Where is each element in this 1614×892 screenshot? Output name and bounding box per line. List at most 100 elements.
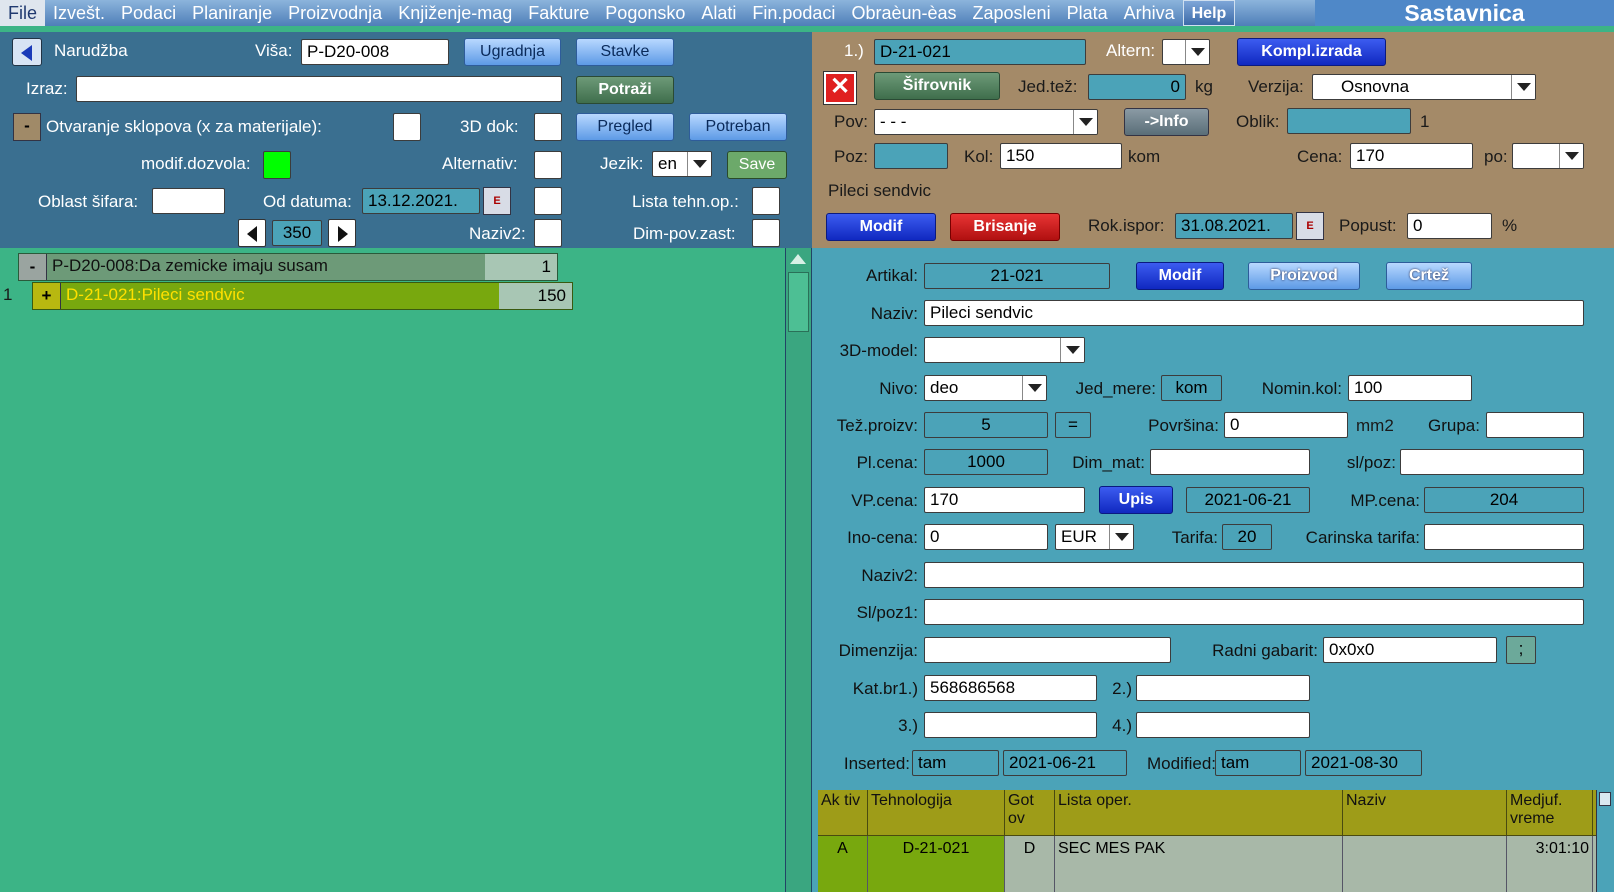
- page-next-button[interactable]: [328, 219, 356, 247]
- modif-dozvola-indicator[interactable]: [263, 151, 291, 179]
- page-prev-button[interactable]: [238, 219, 266, 247]
- collapse-toggle-button[interactable]: -: [13, 113, 41, 141]
- calendar-icon[interactable]: E: [1296, 212, 1324, 240]
- potreban-button[interactable]: Potreban: [689, 113, 787, 141]
- semicolon-button[interactable]: ;: [1506, 636, 1536, 664]
- col-header-aktiv[interactable]: Ak tiv: [818, 790, 868, 836]
- naziv-input[interactable]: Pileci sendvic: [924, 300, 1584, 326]
- radni-gabarit-input[interactable]: 0x0x0: [1323, 637, 1497, 663]
- scroll-up-icon[interactable]: [790, 254, 806, 264]
- menu-plata[interactable]: Plata: [1059, 0, 1116, 26]
- carinska-tarifa-input[interactable]: [1424, 524, 1584, 550]
- tree-scrollbar[interactable]: [785, 248, 812, 892]
- menu-file[interactable]: File: [0, 0, 46, 26]
- vp-cena-input[interactable]: 170: [924, 487, 1085, 513]
- jezik-select[interactable]: en: [652, 151, 712, 177]
- od-datuma-checkbox[interactable]: [534, 187, 562, 215]
- proizvod-button[interactable]: Proizvod: [1248, 262, 1360, 290]
- menu-help[interactable]: Help: [1182, 0, 1236, 26]
- tree-toggle-button[interactable]: +: [33, 283, 61, 309]
- upis-button[interactable]: Upis: [1099, 486, 1173, 514]
- col-header-tehnologija[interactable]: Tehnologija: [868, 790, 1005, 836]
- nivo-select[interactable]: deo: [924, 375, 1047, 401]
- currency-select[interactable]: EUR: [1055, 524, 1134, 550]
- tree-row-selected[interactable]: + D-21-021:Pileci sendvic 150: [32, 282, 573, 310]
- sl-poz-input[interactable]: [1400, 449, 1584, 475]
- menu-pogonsko[interactable]: Pogonsko: [597, 0, 693, 26]
- alternativ-checkbox[interactable]: [534, 151, 562, 179]
- povrsina-input[interactable]: 0: [1224, 412, 1348, 438]
- modif-article-button[interactable]: Modif: [1136, 262, 1224, 290]
- menu-knjizenje-mag[interactable]: Knjiženje-mag: [390, 0, 520, 26]
- artikal-input[interactable]: 21-021: [924, 263, 1110, 289]
- od-datuma-input[interactable]: 13.12.2021.: [362, 188, 480, 214]
- po-select[interactable]: [1512, 143, 1584, 169]
- pregled-button[interactable]: Pregled: [576, 113, 674, 141]
- altern-select[interactable]: [1162, 39, 1210, 65]
- pov-select[interactable]: - - -: [874, 109, 1098, 135]
- page-number-input[interactable]: 350: [272, 220, 322, 246]
- brisanje-button[interactable]: Brisanje: [950, 213, 1060, 241]
- model-3d-select[interactable]: [924, 337, 1085, 363]
- equals-button[interactable]: =: [1055, 412, 1091, 438]
- mp-cena-input[interactable]: 204: [1424, 487, 1584, 513]
- col-header-gotov[interactable]: Got ov: [1005, 790, 1055, 836]
- cell-medjuf-vreme[interactable]: 3:01:10: [1507, 836, 1593, 892]
- kat-br2-input[interactable]: [1136, 675, 1310, 701]
- potrazi-button[interactable]: Potraži: [576, 76, 674, 104]
- naziv2-checkbox[interactable]: [534, 219, 562, 247]
- grupa-input[interactable]: [1486, 412, 1584, 438]
- tez-proizv-input[interactable]: 5: [924, 412, 1048, 438]
- cena-input[interactable]: 170: [1350, 143, 1473, 169]
- cell-naziv[interactable]: [1343, 836, 1507, 892]
- menu-izvestaji[interactable]: Izvešt.: [45, 0, 113, 26]
- dim-pov-zast-checkbox[interactable]: [752, 219, 780, 247]
- cell-aktiv[interactable]: A: [818, 836, 868, 892]
- scroll-thumb[interactable]: [788, 272, 809, 332]
- visa-input[interactable]: P-D20-008: [301, 39, 449, 65]
- menu-zaposleni[interactable]: Zaposleni: [965, 0, 1059, 26]
- calendar-icon[interactable]: E: [483, 187, 511, 215]
- cell-lista-oper[interactable]: SEC MES PAK: [1055, 836, 1343, 892]
- menu-obracun-cas[interactable]: Obraèun-èas: [843, 0, 964, 26]
- stavke-button[interactable]: Stavke: [576, 38, 674, 66]
- close-button[interactable]: ✕: [823, 71, 857, 105]
- kompl-izrada-button[interactable]: Kompl.izrada: [1237, 38, 1386, 66]
- info-button[interactable]: ->Info: [1124, 108, 1209, 136]
- oblik-input[interactable]: [1287, 108, 1411, 134]
- menu-podaci[interactable]: Podaci: [113, 0, 184, 26]
- kol-input[interactable]: 150: [1000, 143, 1122, 169]
- poz-input[interactable]: [874, 143, 948, 169]
- kat-br1-input[interactable]: 568686568: [924, 675, 1097, 701]
- izraz-input[interactable]: [76, 76, 562, 102]
- kat-br3-input[interactable]: [924, 712, 1097, 738]
- jed-tez-input[interactable]: 0: [1088, 74, 1186, 100]
- popust-input[interactable]: 0: [1407, 213, 1492, 239]
- rok-ispor-input[interactable]: 31.08.2021.: [1175, 213, 1293, 239]
- menu-fin-podaci[interactable]: Fin.podaci: [744, 0, 843, 26]
- verzija-select[interactable]: Osnovna: [1312, 74, 1536, 100]
- sifrovnik-button[interactable]: Šifrovnik: [874, 72, 1000, 100]
- crtez-button[interactable]: Crtež: [1386, 262, 1472, 290]
- col-header-lista-oper[interactable]: Lista oper.: [1055, 790, 1343, 836]
- col-header-naziv[interactable]: Naziv: [1343, 790, 1507, 836]
- oblast-sifara-input[interactable]: [152, 188, 225, 214]
- dim-mat-input[interactable]: [1150, 449, 1310, 475]
- tarifa-input[interactable]: 20: [1222, 524, 1272, 550]
- nomin-kol-input[interactable]: 100: [1348, 375, 1472, 401]
- dok3d-checkbox[interactable]: [534, 113, 562, 141]
- naziv2-input[interactable]: [924, 562, 1584, 588]
- pl-cena-input[interactable]: 1000: [924, 449, 1048, 475]
- back-arrow-button[interactable]: [12, 38, 42, 66]
- ino-cena-input[interactable]: 0: [924, 524, 1048, 550]
- item-code-input[interactable]: D-21-021: [874, 39, 1086, 65]
- otvaranje-checkbox[interactable]: [393, 113, 421, 141]
- tree-row[interactable]: - P-D20-008:Da zemicke imaju susam 1: [18, 253, 558, 281]
- lista-tehn-checkbox[interactable]: [752, 187, 780, 215]
- modif-top-button[interactable]: Modif: [826, 213, 936, 241]
- menu-alati[interactable]: Alati: [693, 0, 744, 26]
- jed-mere-input[interactable]: kom: [1161, 375, 1222, 401]
- dimenzija-input[interactable]: [924, 637, 1171, 663]
- menu-proizvodnja[interactable]: Proizvodnja: [280, 0, 390, 26]
- cell-tehnologija[interactable]: D-21-021: [868, 836, 1005, 892]
